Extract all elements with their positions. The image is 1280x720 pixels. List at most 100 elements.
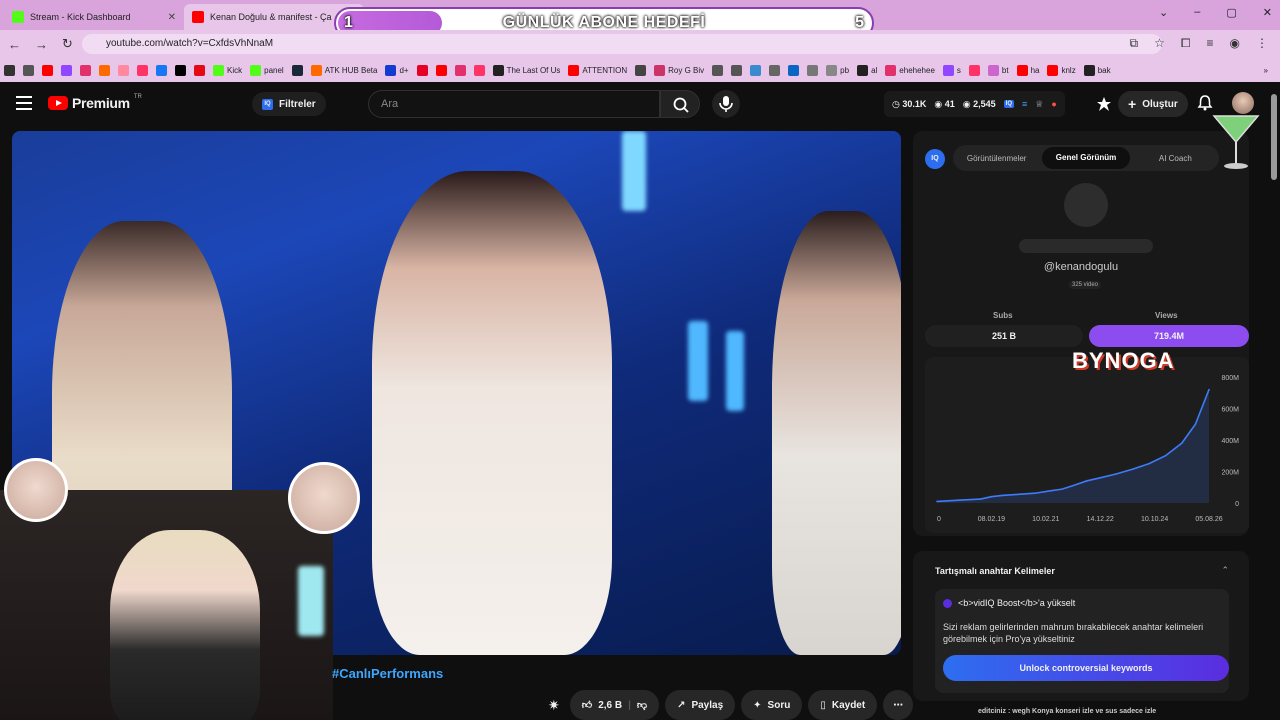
- browser-tab[interactable]: Stream - Kick Dashboard ✕: [4, 4, 184, 30]
- data-point: [1085, 480, 1088, 482]
- bookmark-item[interactable]: [473, 64, 485, 76]
- youtube-premium-logo[interactable]: Premium TR: [48, 94, 142, 111]
- tab-overview[interactable]: Genel Görünüm: [1042, 147, 1130, 169]
- bookmark-item[interactable]: bt: [987, 64, 1009, 76]
- bookmark-item[interactable]: panel: [250, 64, 284, 76]
- video-hashtag[interactable]: #CanlıPerformans: [332, 666, 443, 681]
- search-button[interactable]: [660, 90, 700, 118]
- bookmarks-bar: Kick panel ATK HUB Beta d+ The Last Of Us ATT…: [0, 58, 1280, 82]
- page-scrollbar[interactable]: [1271, 94, 1277, 180]
- views-chart: 0 200M 400M 600M 800M 0 08.02.19 10.02.21 14.12.…: [925, 357, 1249, 533]
- bookmarks-overflow-icon[interactable]: »: [1264, 66, 1268, 75]
- bookmark-item[interactable]: [712, 64, 724, 76]
- bookmark-item[interactable]: ha: [1016, 64, 1039, 76]
- forward-icon[interactable]: →: [35, 37, 48, 52]
- ask-button[interactable]: ✦ Soru: [741, 690, 803, 720]
- boost-icon[interactable]: ✷: [548, 697, 560, 714]
- reload-icon[interactable]: ↻: [62, 36, 73, 52]
- bookmark-star-icon[interactable]: ☆: [1154, 36, 1165, 51]
- unlock-keywords-button[interactable]: Unlock controversial keywords: [943, 655, 1229, 681]
- reading-list-icon[interactable]: ≡: [1207, 36, 1214, 51]
- bookmark-item[interactable]: al: [857, 64, 877, 76]
- bookmark-item[interactable]: The Last Of Us: [492, 64, 561, 76]
- bookmark-item[interactable]: ATTENTION: [568, 64, 627, 76]
- bookmark-item[interactable]: [61, 64, 72, 76]
- region-code: TR: [133, 94, 142, 100]
- profile-icon[interactable]: ◉: [1230, 36, 1240, 51]
- boost-icon[interactable]: [1096, 96, 1112, 112]
- extensions-icon[interactable]: ⧠: [1181, 36, 1191, 51]
- bookmark-item[interactable]: [788, 64, 800, 76]
- more-actions-button[interactable]: ⋯: [883, 690, 914, 720]
- views-value[interactable]: 719.4M: [1089, 325, 1249, 347]
- tab-ai-coach[interactable]: AI Coach: [1132, 154, 1219, 163]
- bookmark-item[interactable]: ehehehee: [885, 64, 935, 76]
- tab-views[interactable]: Görüntülenmeler: [953, 154, 1040, 163]
- save-button[interactable]: ▯ Kaydet: [808, 690, 878, 720]
- vidiq-stats-bar[interactable]: ◷ 30.1K ◉ 41 ◉ 2,545 IQ ≡ ♕ ●: [884, 91, 1065, 117]
- share-button[interactable]: ↗ Paylaş: [665, 690, 736, 720]
- data-point: [990, 495, 993, 498]
- bookmark-item[interactable]: [194, 64, 205, 76]
- tab-close-icon[interactable]: ✕: [168, 12, 176, 23]
- channel-handle[interactable]: @kenandogulu: [913, 261, 1249, 273]
- bookmark-item[interactable]: Kick: [213, 64, 242, 76]
- bookmark-item[interactable]: [635, 64, 647, 76]
- streamer-figure: [110, 530, 260, 720]
- y-tick-label: 0: [1235, 501, 1239, 508]
- bookmark-item[interactable]: [99, 64, 110, 76]
- bookmark-item[interactable]: [769, 64, 781, 76]
- install-icon[interactable]: ⧉: [1130, 36, 1139, 51]
- y-tick-label: 600M: [1221, 407, 1239, 414]
- youtube-icon: [1016, 64, 1028, 76]
- browser-menu-icon[interactable]: ⋮: [1256, 36, 1268, 51]
- bookmark-item[interactable]: [807, 64, 819, 76]
- collapse-chevron-icon[interactable]: ⌃: [1221, 565, 1229, 576]
- bookmark-item[interactable]: pb: [826, 64, 849, 76]
- bookmark-item[interactable]: d+: [385, 64, 409, 76]
- bookmark-item[interactable]: [137, 64, 148, 76]
- bookmark-item[interactable]: [416, 64, 428, 76]
- bookmark-item[interactable]: [731, 64, 743, 76]
- bookmark-item[interactable]: [175, 64, 186, 76]
- bookmark-item[interactable]: [80, 64, 91, 76]
- subs-value[interactable]: 251 B: [925, 325, 1083, 347]
- window-control-button[interactable]: ▢: [1226, 6, 1236, 19]
- bookmark-item[interactable]: ATK HUB Beta: [310, 64, 377, 76]
- back-icon[interactable]: ←: [8, 37, 21, 52]
- bookmark-item[interactable]: [750, 64, 762, 76]
- instagram-icon: [454, 64, 466, 76]
- bookmark-item[interactable]: [435, 64, 447, 76]
- data-point: [1001, 494, 1004, 497]
- like-button[interactable]: 👍︎ 2,6 B | 👎︎: [569, 690, 660, 720]
- bookmark-item[interactable]: [968, 64, 980, 76]
- bookmark-item[interactable]: bak: [1083, 64, 1111, 76]
- views-chart-svg: 0 200M 400M 600M 800M 0 08.02.19 10.02.21 14.12.…: [936, 375, 1239, 523]
- vidiq-logo-icon[interactable]: IQ: [925, 149, 945, 169]
- app-icon: [1083, 64, 1095, 76]
- bookmark-item[interactable]: knlz: [1047, 64, 1076, 76]
- bookmark-item[interactable]: [118, 64, 129, 76]
- bookmark-item[interactable]: [454, 64, 466, 76]
- url-field[interactable]: youtube.com/watch?v=CxfdsVhNnaM: [82, 34, 1162, 54]
- streamer-face-cam-left: [4, 458, 68, 522]
- voice-search-button[interactable]: [712, 90, 740, 118]
- window-control-button[interactable]: –: [1194, 6, 1200, 19]
- bookmark-label: s: [956, 65, 961, 75]
- window-control-button[interactable]: ✕: [1263, 6, 1272, 19]
- bookmark-item[interactable]: [291, 64, 303, 76]
- apps-icon[interactable]: [4, 64, 15, 76]
- search-input[interactable]: Ara: [368, 90, 660, 118]
- bookmark-label: The Last Of Us: [506, 65, 561, 75]
- create-button[interactable]: + Oluştur: [1118, 91, 1188, 117]
- bookmark-item[interactable]: [156, 64, 167, 76]
- video-count: 325 video: [1069, 281, 1102, 289]
- window-control-button[interactable]: ⌄: [1159, 6, 1168, 19]
- grid-icon[interactable]: [23, 64, 34, 76]
- filters-button[interactable]: IQ Filtreler: [252, 92, 326, 116]
- bookmark-item[interactable]: s: [942, 64, 961, 76]
- bookmark-item[interactable]: [42, 64, 53, 76]
- bookmark-item[interactable]: Roy G Biv: [654, 64, 704, 76]
- hamburger-menu-icon[interactable]: [16, 96, 32, 110]
- thumbs-down-icon[interactable]: 👎︎: [637, 699, 647, 711]
